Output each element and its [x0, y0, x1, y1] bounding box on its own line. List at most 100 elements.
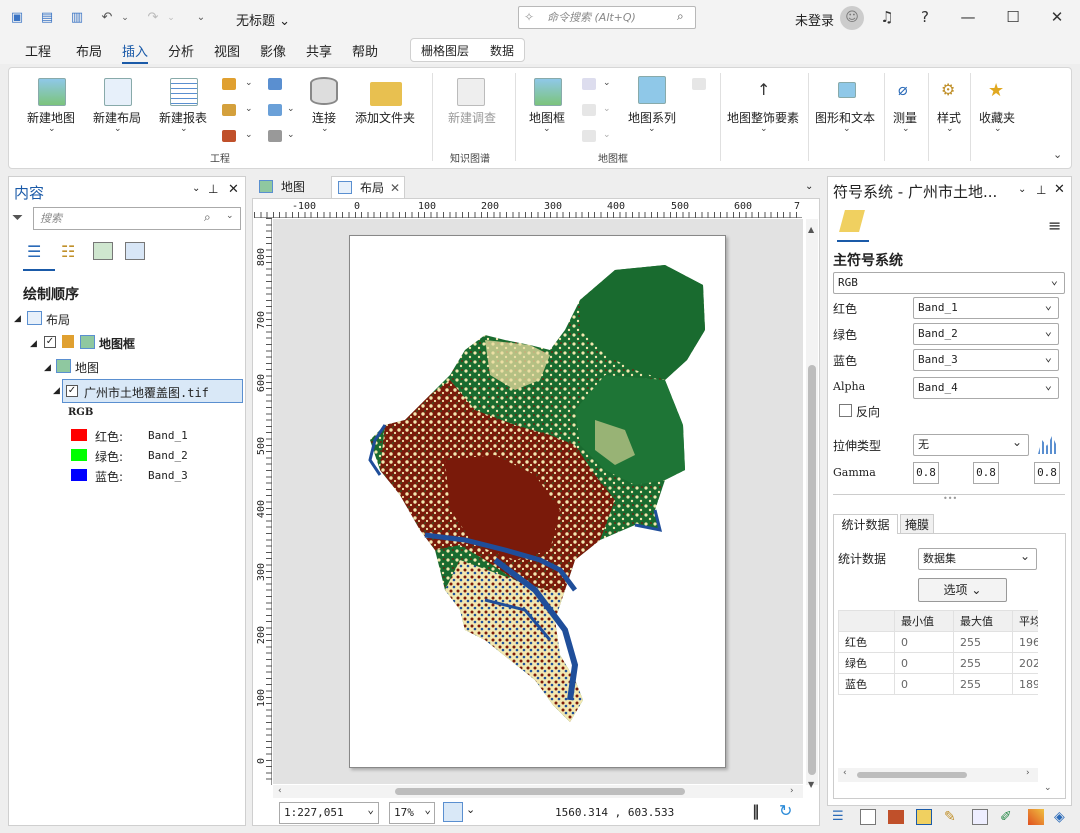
chevron-down-icon[interactable]: ⌄ [245, 104, 253, 114]
vertical-scroll-thumb[interactable] [808, 365, 816, 775]
menu-imagery[interactable]: 影像 [260, 41, 286, 60]
tree-item-layer[interactable]: 广州市土地覆盖图.tif [84, 384, 209, 401]
chevron-down-icon[interactable]: ⌄ [226, 211, 234, 221]
options-button[interactable]: 选项 ⌄ [918, 578, 1007, 602]
statistics-select[interactable]: 数据集 [918, 546, 1037, 570]
sign-in-status[interactable]: 未登录 [795, 10, 834, 29]
horizontal-scroll-thumb[interactable] [395, 788, 685, 795]
collapse-ribbon-icon[interactable]: ⌄ [1053, 148, 1062, 161]
gamma-blue-input[interactable]: 0.8 [1034, 462, 1060, 484]
chevron-down-icon[interactable]: ⌄ [946, 124, 954, 134]
tree-item-layout[interactable]: 布局 [46, 311, 70, 328]
scroll-up-icon[interactable]: ▲ [808, 225, 814, 234]
close-pane-icon[interactable]: ✕ [1054, 182, 1065, 197]
menu-analysis[interactable]: 分析 [168, 41, 194, 60]
tabs-dropdown-icon[interactable]: ⌄ [805, 181, 813, 192]
geoprocessing-icon[interactable] [888, 810, 904, 824]
scroll-right-icon[interactable]: › [1026, 768, 1030, 778]
tab-statistics[interactable]: 统计数据 [833, 514, 898, 534]
close-pane-icon[interactable]: ✕ [228, 182, 239, 197]
source-icon[interactable]: ☷ [61, 242, 81, 262]
stretch-type-select[interactable]: 无 [913, 432, 1029, 456]
edit-icon[interactable]: ✎ [944, 809, 956, 825]
chevron-down-icon[interactable]: ⌄ [245, 78, 253, 88]
alpha-band-select[interactable]: Band_4 [913, 375, 1059, 399]
menu-help[interactable]: 帮助 [352, 41, 378, 60]
refresh-icon[interactable]: ↻ [779, 801, 792, 820]
chevron-down-icon[interactable]: ⌄ [114, 124, 122, 134]
tab-mask[interactable]: 掩膜 [900, 514, 934, 534]
chevron-down-icon[interactable]: ⌄ [424, 800, 431, 820]
blue-band-select[interactable]: Band_3 [913, 347, 1059, 371]
layer-visibility-checkbox[interactable]: ✓ [66, 385, 78, 397]
green-swatch[interactable] [71, 449, 87, 461]
context-tab-raster-layer[interactable]: 栅格图层 [421, 42, 469, 59]
chevron-down-icon[interactable]: ⌄ [321, 124, 329, 134]
add-item-icon[interactable] [222, 78, 236, 90]
chevron-down-icon[interactable]: ⌄ [1044, 783, 1052, 793]
blue-swatch[interactable] [71, 469, 87, 481]
invert-checkbox[interactable] [839, 404, 852, 417]
expander-icon[interactable]: ◢ [30, 339, 37, 349]
context-tab-data[interactable]: 数据 [490, 42, 514, 59]
chevron-down-icon[interactable]: ⌄ [902, 124, 910, 134]
pane-menu-chevron-icon[interactable]: ⌄ [1018, 184, 1026, 195]
chevron-down-icon[interactable]: ⌄ [245, 130, 253, 140]
land-cover-map[interactable] [365, 260, 710, 725]
gamma-red-input[interactable]: 0.8 [913, 462, 939, 484]
menu-view[interactable]: 视图 [214, 41, 240, 60]
chevron-down-icon[interactable]: ⌄ [603, 78, 611, 88]
scroll-right-icon[interactable]: › [790, 786, 794, 796]
redo-dropdown-icon[interactable]: ⌄ [162, 9, 180, 27]
symbology-method-select[interactable]: RGB [833, 270, 1065, 294]
menu-share[interactable]: 共享 [306, 41, 332, 60]
chevron-down-icon[interactable]: ⌄ [287, 104, 295, 114]
hamburger-menu-icon[interactable]: ≡ [1048, 216, 1061, 235]
menu-layout[interactable]: 布局 [76, 41, 102, 60]
chevron-down-icon[interactable]: ⌄ [994, 124, 1002, 134]
pane-menu-chevron-icon[interactable]: ⌄ [192, 183, 200, 194]
scroll-left-icon[interactable]: ‹ [278, 786, 282, 796]
chevron-down-icon[interactable]: ⌄ [543, 124, 551, 134]
splitter-grip-icon[interactable]: ••• [943, 494, 957, 503]
add-folder-button[interactable]: 添加文件夹 [355, 109, 415, 126]
import-icon[interactable] [268, 78, 282, 90]
tree-item-map-frame[interactable]: 地图框 [99, 335, 135, 352]
gamma-green-input[interactable]: 0.8 [973, 462, 999, 484]
zoom-selector[interactable]: 17% ⌄ [389, 802, 435, 824]
chevron-down-icon[interactable]: ⌄ [48, 124, 56, 134]
expander-icon[interactable]: ◢ [44, 363, 51, 373]
chevron-down-icon[interactable]: ⌄ [843, 124, 851, 134]
undo-icon[interactable]: ↶ [98, 9, 116, 27]
chevron-down-icon[interactable]: ⌄ [180, 124, 188, 134]
pause-drawing-icon[interactable]: ‖ [752, 802, 760, 820]
scale-selector[interactable]: 1:227,051 ⌄ [279, 802, 379, 824]
chevron-down-icon[interactable]: ⌄ [287, 130, 295, 140]
help-icon[interactable]: ? [915, 8, 935, 26]
pin-icon[interactable]: ⊥ [208, 182, 218, 196]
red-band-select[interactable]: Band_1 [913, 295, 1059, 319]
tab-map[interactable]: 地图 [253, 176, 327, 198]
search-icon[interactable]: ⌕ [204, 210, 211, 225]
notification-bell-icon[interactable]: ♫ [877, 8, 897, 26]
tab-layout[interactable]: 布局 ✕ [331, 176, 405, 198]
menu-insert[interactable]: 插入 [122, 41, 149, 64]
chevron-down-icon[interactable]: ⌄ [648, 124, 656, 134]
chevron-down-icon[interactable]: ⌄ [760, 124, 768, 134]
scroll-left-icon[interactable]: ‹ [843, 768, 847, 778]
properties-icon[interactable]: ◈ [1054, 809, 1065, 825]
close-window-icon[interactable]: ✕ [1047, 8, 1067, 26]
catalog-icon[interactable]: ☰ [832, 809, 848, 825]
selection-icon[interactable] [93, 242, 113, 260]
redo-icon[interactable]: ↷ [144, 9, 162, 27]
chevron-down-icon[interactable]: ⌄ [466, 803, 475, 816]
attributes-icon[interactable] [860, 809, 876, 825]
image-analysis-icon[interactable] [1028, 809, 1044, 825]
pin-icon[interactable]: ⊥ [1036, 183, 1046, 197]
element-icon[interactable] [972, 809, 988, 825]
save-icon[interactable]: ▥ [68, 9, 86, 27]
undo-dropdown-icon[interactable]: ⌄ [116, 9, 134, 27]
notebook-icon[interactable] [268, 130, 282, 142]
symbology-tab-icon[interactable] [916, 809, 932, 825]
document-title[interactable]: 无标题 ⌄ [236, 10, 290, 29]
